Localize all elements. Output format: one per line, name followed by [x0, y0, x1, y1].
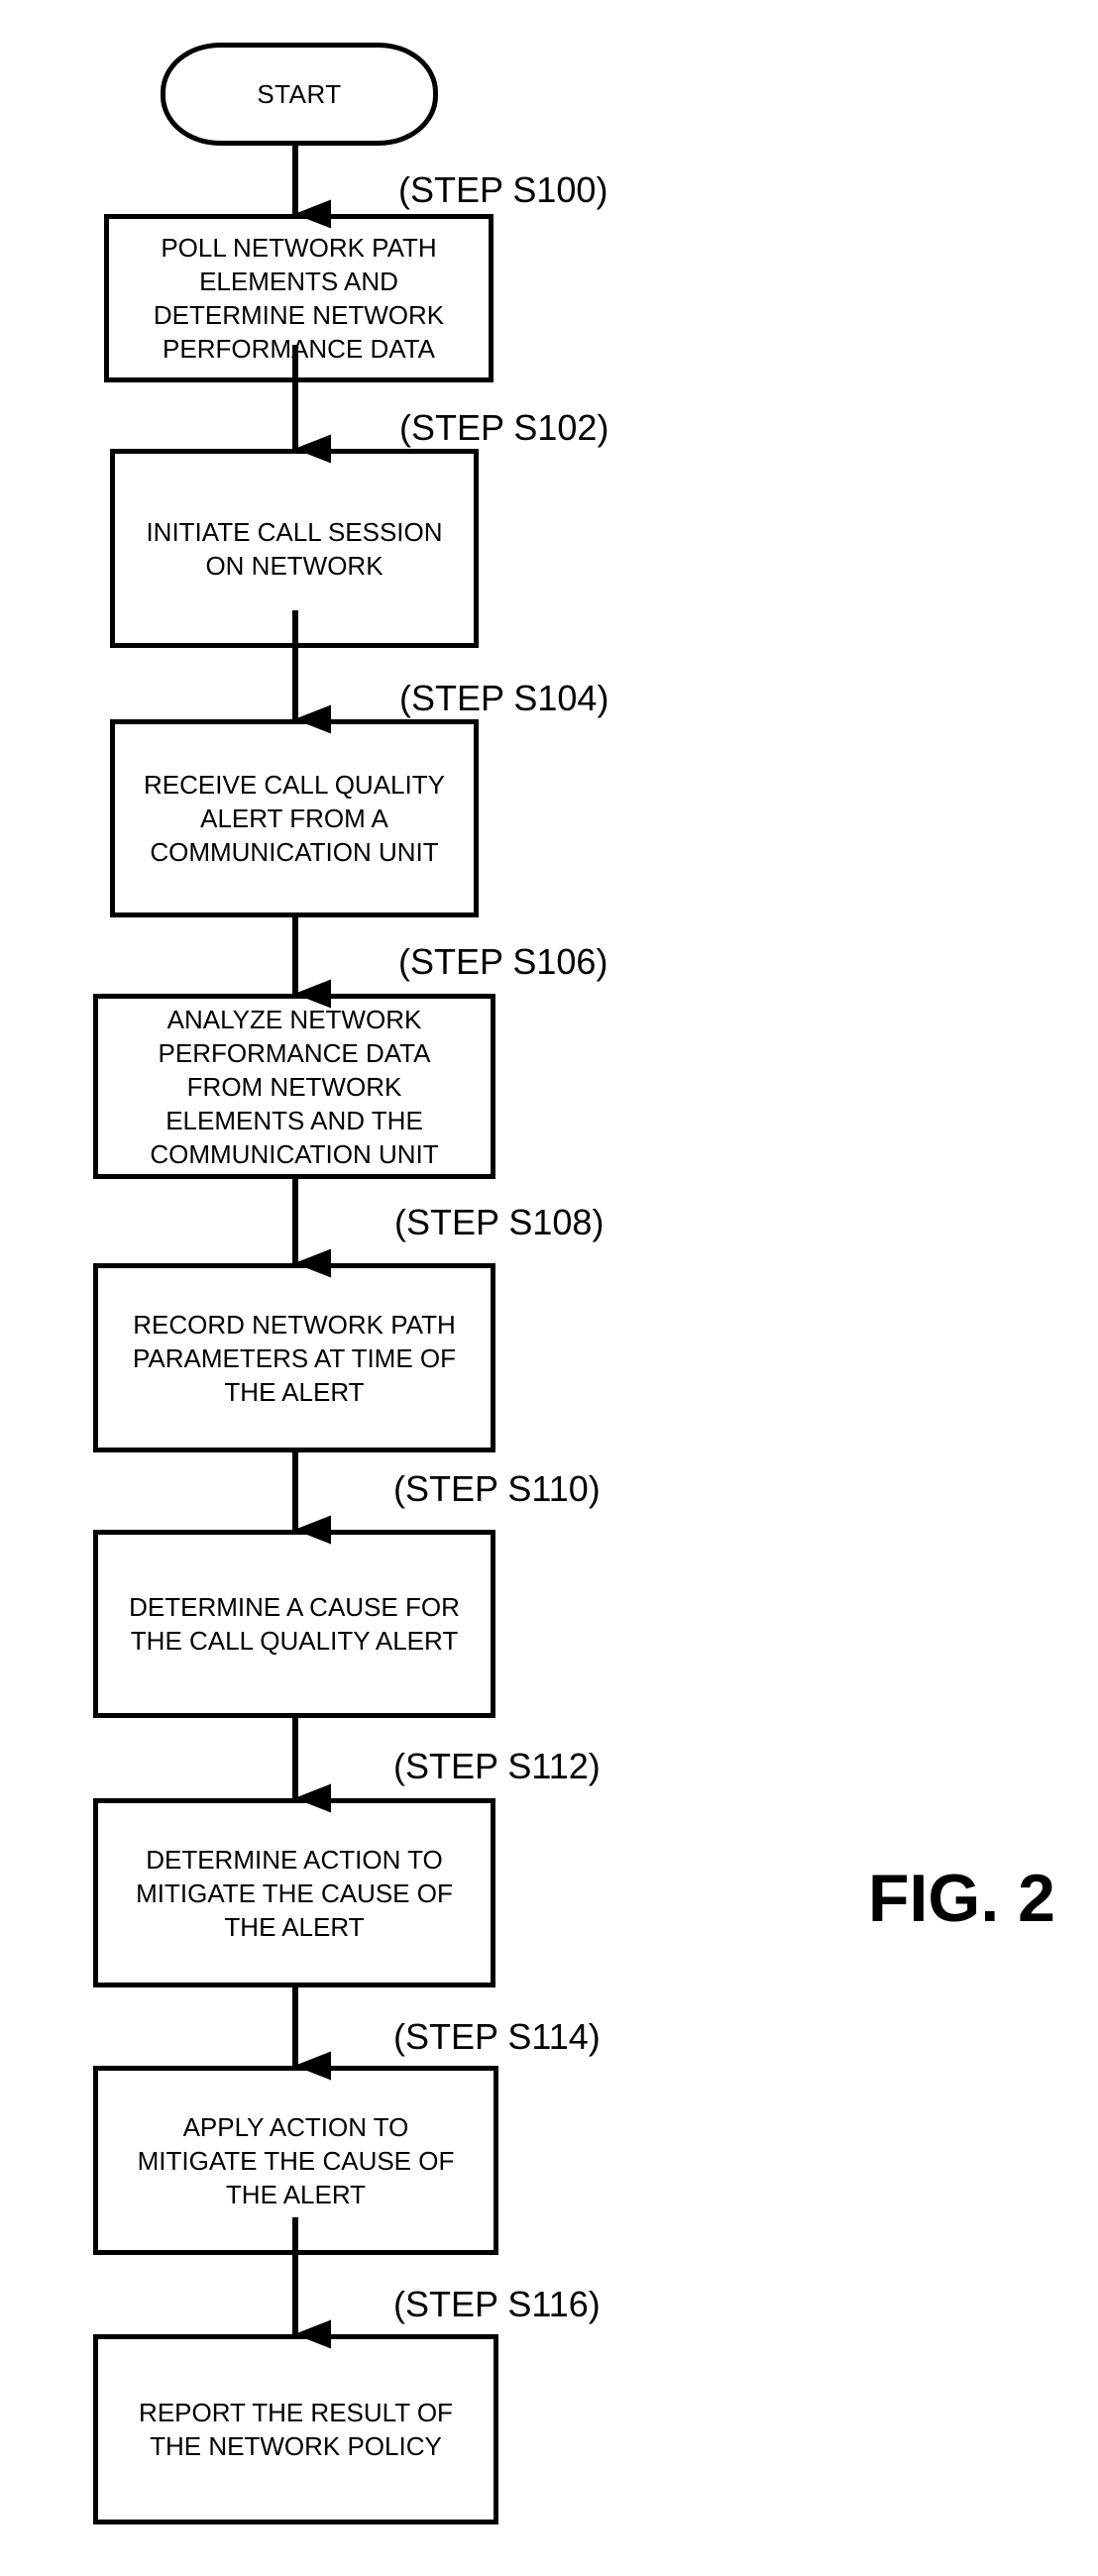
step-text-s104: RECEIVE CALL QUALITY ALERT FROM A COMMUN… [144, 770, 445, 867]
step-label-s108: (STEP S108) [394, 1202, 604, 1242]
step-text-s106: ANALYZE NETWORK PERFORMANCE DATA FROM NE… [150, 1004, 439, 1169]
step-box-s102: RECEIVE CALL QUALITY ALERT FROM A COMMUN… [110, 449, 479, 648]
step-box-s114: APPLY ACTION TO MITIGATE THE CAUSE OF TH… [93, 2066, 498, 2255]
step-box-s100: POLL NETWORK PATH ELEMENTS AND DETERMINE… [104, 214, 494, 382]
step-box-s110: DETERMINE A CAUSE FOR THE CALL QUALITY A… [93, 1530, 495, 1718]
step-label-s112: (STEP S112) [393, 1746, 601, 1786]
step-box-s116: REPORT THE RESULT OF THE NETWORK POLICY [93, 2334, 498, 2524]
figure-label: FIG. 2 [868, 1861, 1055, 1936]
step-label-s100: (STEP S100) [398, 169, 608, 210]
start-terminal: START [161, 43, 438, 146]
step-label-s104: (STEP S104) [399, 678, 609, 718]
step-label-s114: (STEP S114) [393, 2016, 601, 2057]
step-label-s110: (STEP S110) [393, 1468, 601, 1509]
step-text-s108: RECORD NETWORK PATH PARAMETERS AT TIME O… [132, 1309, 456, 1407]
step-text-s116: REPORT THE RESULT OF THE NETWORK POLICY [139, 2398, 453, 2461]
step-text-s114: APPLY ACTION TO MITIGATE THE CAUSE OF TH… [137, 2111, 455, 2209]
step-text-s110: DETERMINE A CAUSE FOR THE CALL QUALITY A… [129, 1592, 460, 1656]
step-box-s108: RECORD NETWORK PATH PARAMETERS AT TIME O… [93, 1263, 495, 1452]
step-box-s104: RECEIVE CALL QUALITY ALERT FROM A COMMUN… [110, 719, 479, 917]
step-label-s102: (STEP S102) [399, 407, 609, 448]
start-label: START [257, 78, 342, 109]
step-text-s100: POLL NETWORK PATH ELEMENTS AND DETERMINE… [153, 233, 445, 364]
step-box-s106: ANALYZE NETWORK PERFORMANCE DATA FROM NE… [93, 994, 495, 1179]
step-box-s112: DETERMINE ACTION TO MITIGATE THE CAUSE O… [93, 1798, 495, 1987]
step-text-s102: INITIATE CALL SESSION ON NETWORK [146, 516, 443, 581]
step-text-s112: DETERMINE ACTION TO MITIGATE THE CAUSE O… [136, 1844, 453, 1942]
step-label-s116: (STEP S116) [393, 2284, 601, 2324]
step-label-s106: (STEP S106) [398, 941, 608, 982]
